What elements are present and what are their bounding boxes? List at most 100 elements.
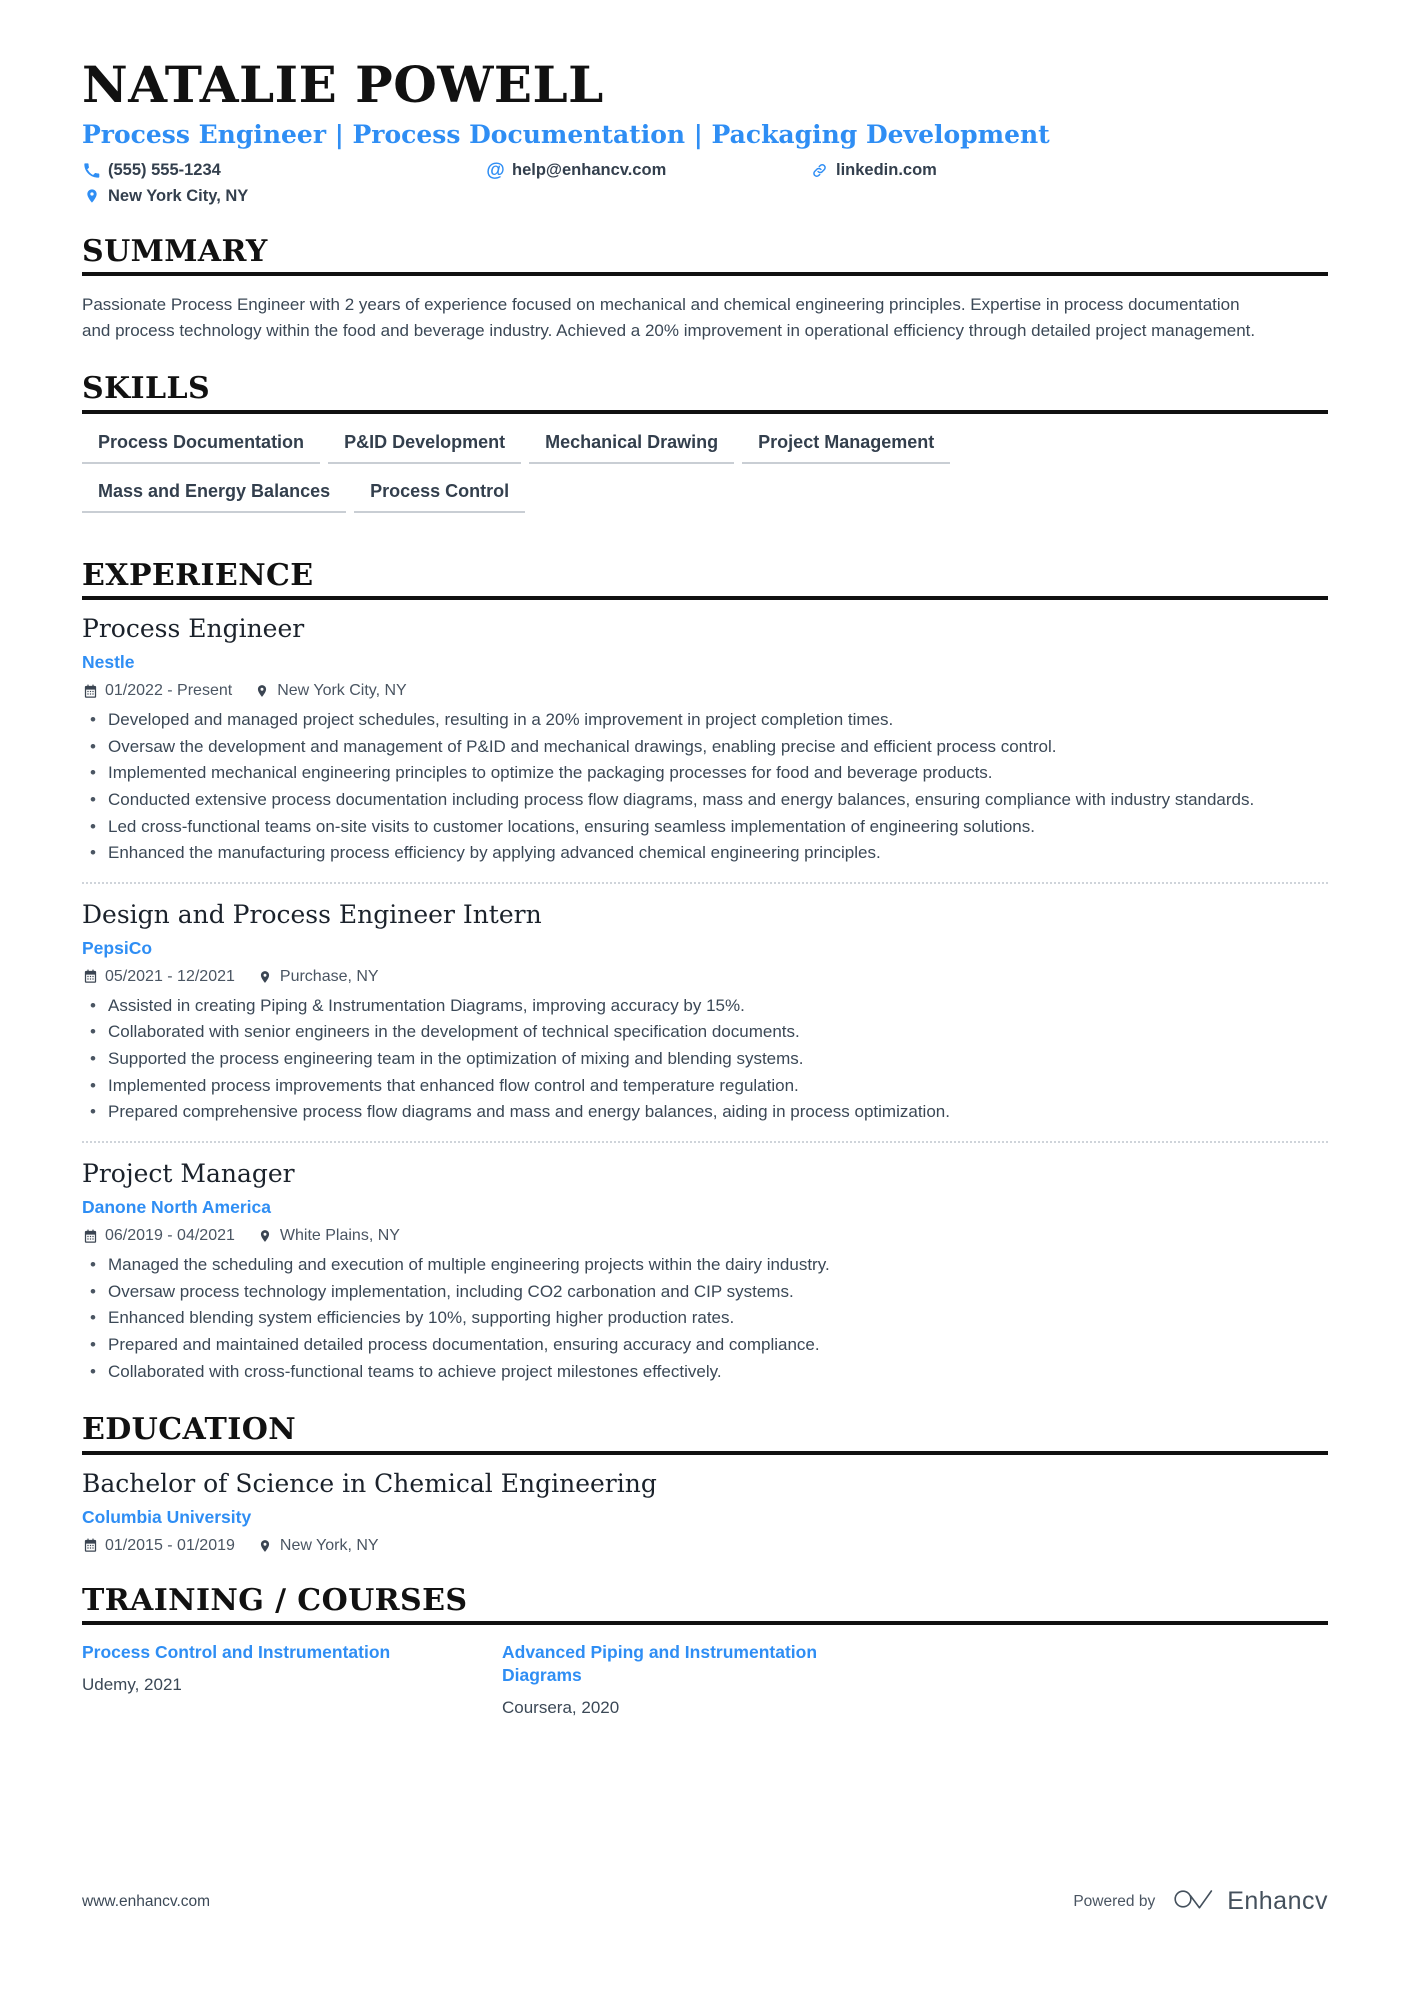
section-experience: EXPERIENCE Process Engineer Nestle 01/20… [82,557,1328,1385]
job-location-text: New York City, NY [277,682,407,699]
bullet-text: Managed the scheduling and execution of … [108,1255,830,1275]
job-location: New York City, NY [254,682,407,700]
education-entry: Bachelor of Science in Chemical Engineer… [82,1469,1328,1555]
enhancv-brand-name: Enhancv [1227,1887,1328,1915]
course-name[interactable]: Advanced Piping and Instrumentation Diag… [502,1641,892,1687]
company-name[interactable]: Danone North America [82,1197,1328,1218]
section-title-experience: EXPERIENCE [82,557,314,593]
bullet-dot: • [90,1334,96,1354]
job-dates: 01/2022 - Present [82,682,232,700]
bullet-dot: • [90,1361,96,1381]
email-icon: @ [486,159,505,181]
contact-location: New York City, NY [82,187,486,206]
section-summary: SUMMARY Passionate Process Engineer with… [82,233,1328,344]
job-title: Project Manager [82,1159,295,1189]
bullet-dot: • [90,1102,96,1122]
bullet-item: • Implemented process improvements that e… [82,1074,1312,1099]
company-name[interactable]: PepsiCo [82,938,1328,959]
bullet-item: • Prepared and maintained detailed proces… [82,1333,1312,1358]
contact-linkedin[interactable]: linkedin.com [810,161,937,180]
contact-location-text: New York City, NY [108,186,249,205]
summary-text: Passionate Process Engineer with 2 years… [82,295,1256,340]
footer-url[interactable]: www.enhancv.com [82,1893,210,1911]
contact-phone[interactable]: (555) 555-1234 [82,161,486,180]
powered-by-label: Powered by [1073,1892,1156,1910]
bullet-item: • Enhanced the manufacturing process effi… [82,841,1312,866]
bullet-text: Conducted extensive process documentatio… [108,789,1255,809]
bullet-text: Developed and managed project schedules,… [108,710,894,729]
contact-linkedin-text: linkedin.com [836,160,937,179]
course-meta: Coursera, 2020 [502,1697,620,1717]
section-training: TRAINING / COURSES Process Control and I… [82,1585,1328,1718]
bullet-item: • Oversaw process technology implementati… [82,1280,1312,1305]
bullet-item: • Collaborated with cross-functional team… [82,1360,1312,1385]
bullet-item: • Supported the process engineering team … [82,1047,1312,1072]
bullet-item: • Enhanced blending system efficiencies b… [82,1306,1312,1331]
bullet-item: • Oversaw the development and management … [82,735,1312,760]
section-rule [82,1450,1328,1455]
bullet-dot: • [90,710,96,729]
bullet-item: • Implemented mechanical engineering prin… [82,761,1312,786]
company-name[interactable]: Nestle [82,652,1328,673]
job-location-text: White Plains, NY [279,1227,400,1245]
skill-chip: Mechanical Drawing [529,432,735,464]
candidate-name: NATALIE POWELL [82,55,604,114]
contact-email[interactable]: @ help@enhancv.com [486,161,810,180]
location-icon [257,1538,273,1554]
job-bullets: • Developed and managed project schedules… [82,708,1328,866]
section-title-summary: SUMMARY [82,233,268,269]
job-title: Design and Process Engineer Intern [82,899,542,929]
bullet-dot: • [90,736,96,756]
section-title-training: TRAINING / COURSES [82,1582,468,1618]
bullet-dot: • [90,1049,96,1069]
location-icon [254,683,270,699]
bullet-dot: • [90,789,96,809]
bullet-text: Prepared comprehensive process flow diag… [108,1102,950,1122]
job-dates-text: 01/2022 - Present [105,682,233,699]
course-meta: Udemy, 2021 [82,1675,182,1694]
contact-phone-text: (555) 555-1234 [108,160,221,179]
contact-row-1: (555) 555-1234 @ help@enhancv.com linked… [82,161,1328,180]
bullet-dot: • [90,1308,96,1328]
job-meta: 05/2021 - 12/2021 Purchase, NY [82,968,1328,986]
education-meta: 01/2015 - 01/2019 New York, NY [82,1537,1328,1555]
bullet-dot: • [90,1281,96,1301]
degree-title: Bachelor of Science in Chemical Engineer… [82,1468,657,1498]
bullet-text: Collaborated with cross-functional teams… [108,1361,722,1381]
job-dates: 06/2019 - 04/2021 [82,1227,235,1245]
location-icon [257,969,273,985]
bullet-dot: • [90,1255,96,1275]
bullet-text: Supported the process engineering team i… [108,1049,804,1069]
bullet-text: Enhanced blending system efficiencies by… [108,1308,735,1328]
bullet-text: Prepared and maintained detailed process… [108,1334,820,1354]
bullet-text: Implemented process improvements that en… [108,1075,799,1095]
job-bullets: • Managed the scheduling and execution of… [82,1253,1328,1384]
section-rule [82,272,1328,276]
bullet-text: Assisted in creating Piping & Instrument… [108,995,745,1015]
bullet-dot: • [90,763,96,783]
education-location-text: New York, NY [279,1536,379,1554]
contact-info: (555) 555-1234 @ help@enhancv.com linked… [82,161,1328,206]
job-title: Process Engineer [82,614,305,643]
bullet-item: • Collaborated with senior engineers in t… [82,1020,1312,1045]
job-location: White Plains, NY [257,1227,400,1245]
course-name[interactable]: Process Control and Instrumentation [82,1641,472,1664]
section-title-skills: SKILLS [82,371,211,406]
enhancv-logo-icon [1173,1886,1215,1917]
bullet-dot: • [90,843,96,863]
section-rule [82,1621,1328,1626]
job-location: Purchase, NY [257,968,379,986]
location-icon [82,187,101,206]
bullet-text: Led cross-functional teams on-site visit… [108,816,1035,836]
skill-chip: Project Management [742,432,951,464]
bullet-item: • Led cross-functional teams on-site visi… [82,815,1312,840]
candidate-headline: Process Engineer | Process Documentation… [82,119,1050,149]
phone-icon [82,161,101,180]
contact-email-text: help@enhancv.com [512,160,667,179]
school-name[interactable]: Columbia University [82,1507,1328,1528]
bullet-dot: • [90,816,96,836]
bullet-item: • Managed the scheduling and execution of… [82,1253,1312,1278]
course-item: Advanced Piping and Instrumentation Diag… [502,1641,922,1718]
calendar-icon [82,683,98,699]
skill-chip: Process Documentation [82,432,321,464]
